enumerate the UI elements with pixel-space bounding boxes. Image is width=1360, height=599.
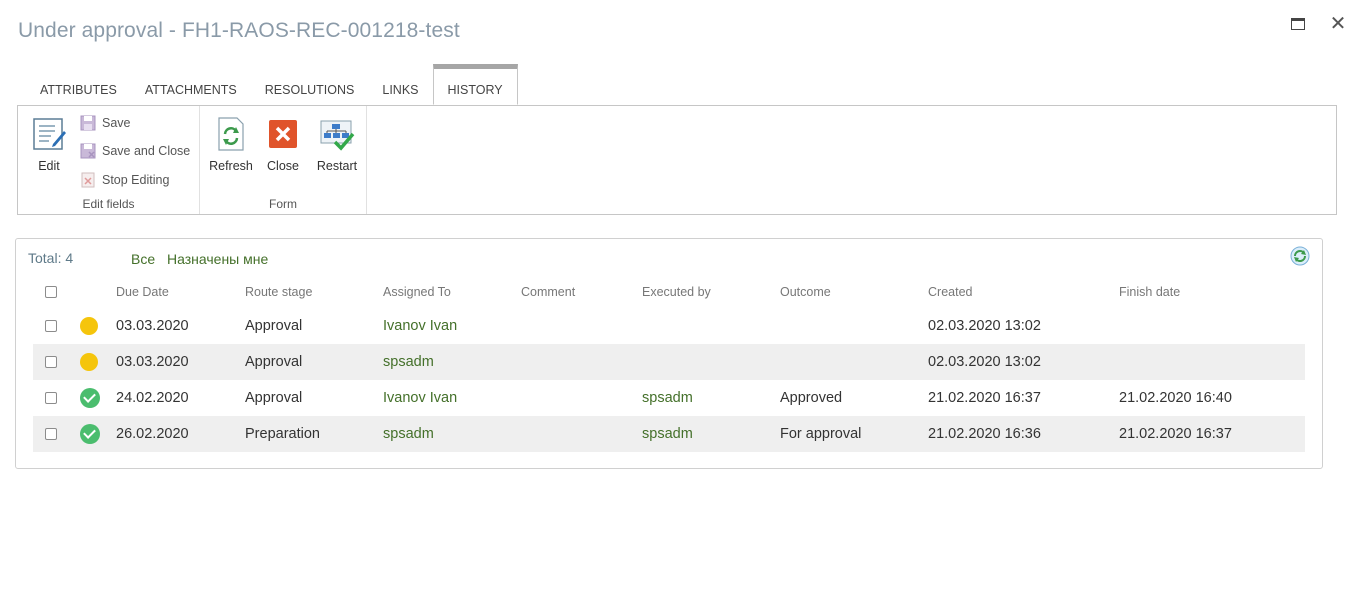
form-group-label: Form <box>269 197 297 211</box>
finish-date-cell: 21.02.2020 16:40 <box>1119 390 1232 406</box>
created-cell: 02.03.2020 13:02 <box>928 318 1041 334</box>
close-x-icon <box>269 120 297 148</box>
executed-by-link[interactable] <box>642 308 780 344</box>
assigned-to-link[interactable]: Ivanov Ivan <box>383 380 521 416</box>
created-cell: 21.02.2020 16:36 <box>928 416 1119 452</box>
edit-fields-group-label: Edit fields <box>82 197 135 211</box>
due-date-cell: 03.03.2020 <box>116 344 245 380</box>
save-close-icon <box>80 143 96 159</box>
filter-all[interactable]: Все <box>131 251 155 267</box>
outcome-header[interactable]: Outcome <box>780 275 928 308</box>
created-header[interactable]: Created <box>928 275 1119 308</box>
close-label: Close <box>267 159 299 173</box>
outcome-cell: Approved <box>780 390 843 406</box>
assigned-to-link[interactable]: spsadm <box>383 344 521 380</box>
restart-icon <box>320 120 355 151</box>
finish-date-cell <box>1119 344 1305 380</box>
finish-date-header[interactable]: Finish date <box>1119 275 1305 308</box>
restart-button[interactable]: Restart <box>312 116 362 173</box>
finish-date-cell: 21.02.2020 16:37 <box>1119 416 1305 452</box>
maximize-icon[interactable] <box>1288 14 1308 34</box>
refresh-list-icon[interactable] <box>1290 246 1310 266</box>
tab-attachments[interactable]: ATTACHMENTS <box>131 64 251 105</box>
comment-header[interactable]: Comment <box>521 275 642 308</box>
due-date-cell: 26.02.2020 <box>116 416 245 452</box>
total-count: Total: 4 <box>28 250 74 266</box>
ribbon-toolbar: Edit Save Save and Close Stop Editing Ed… <box>17 105 1337 215</box>
tab-links[interactable]: LINKS <box>368 64 432 105</box>
due-date-header[interactable]: Due Date <box>116 275 245 308</box>
refresh-button[interactable]: Refresh <box>206 116 256 173</box>
table-row[interactable]: 03.03.2020 Approval spsadm 02.03.2020 13… <box>33 344 1305 380</box>
edit-button[interactable]: Edit <box>24 116 74 173</box>
tab-attributes[interactable]: ATTRIBUTES <box>26 64 131 105</box>
tab-resolutions[interactable]: RESOLUTIONS <box>251 64 369 105</box>
executed-by-link[interactable]: spsadm <box>642 380 780 416</box>
outcome-cell <box>780 308 928 344</box>
executed-by-link[interactable]: spsadm <box>642 416 780 452</box>
form-group: Refresh Close Restart Form <box>200 106 367 214</box>
pending-status-icon <box>80 353 98 371</box>
comment-cell <box>521 308 642 344</box>
executed-by-link[interactable] <box>642 344 780 380</box>
comment-cell <box>521 344 642 380</box>
row-checkbox[interactable] <box>45 428 57 441</box>
table-header-row: Due Date Route stage Assigned To Comment… <box>33 275 1305 308</box>
stop-editing-button[interactable]: Stop Editing <box>80 170 169 190</box>
stop-editing-label: Stop Editing <box>102 173 170 187</box>
assigned-to-header[interactable]: Assigned To <box>383 275 521 308</box>
history-panel: Total: 4 Все Назначены мне Due Date Rout… <box>15 238 1323 469</box>
outcome-cell: For approval <box>780 416 928 452</box>
finish-date-cell <box>1119 308 1305 344</box>
refresh-icon <box>218 117 244 151</box>
route-stage-cell: Approval <box>245 390 303 406</box>
outcome-cell <box>780 344 928 380</box>
page-title: Under approval - FH1-RAOS-REC-001218-tes… <box>18 19 460 42</box>
completed-check-icon <box>80 424 100 444</box>
save-button[interactable]: Save <box>80 113 131 133</box>
edit-fields-group: Edit Save Save and Close Stop Editing Ed… <box>18 106 200 214</box>
table-row[interactable]: 26.02.2020 Preparation spsadm spsadm For… <box>33 416 1305 452</box>
edit-label: Edit <box>38 159 60 173</box>
select-all-checkbox[interactable] <box>45 286 57 299</box>
created-cell: 21.02.2020 16:37 <box>928 390 1041 406</box>
edit-icon <box>33 118 66 150</box>
table-row[interactable]: 24.02.2020 Approval Ivanov Ivan spsadm A… <box>33 380 1305 416</box>
created-cell: 02.03.2020 13:02 <box>928 344 1119 380</box>
close-button[interactable]: Close <box>258 116 308 173</box>
executed-by-header[interactable]: Executed by <box>642 275 780 308</box>
due-date-cell: 24.02.2020 <box>116 390 189 406</box>
row-checkbox[interactable] <box>45 392 57 405</box>
restart-label: Restart <box>316 159 358 173</box>
filter-assigned-to-me[interactable]: Назначены мне <box>167 251 268 267</box>
save-and-close-label: Save and Close <box>102 144 191 158</box>
due-date-cell: 03.03.2020 <box>116 318 189 334</box>
table-row[interactable]: 03.03.2020 Approval Ivanov Ivan 02.03.20… <box>33 308 1305 344</box>
close-icon[interactable]: ✕ <box>1328 14 1348 34</box>
assigned-to-link[interactable]: spsadm <box>383 416 521 452</box>
status-column-header <box>80 275 116 308</box>
history-table: Due Date Route stage Assigned To Comment… <box>33 275 1305 452</box>
row-checkbox[interactable] <box>45 356 57 369</box>
comment-cell <box>521 416 642 452</box>
pending-status-icon <box>80 317 98 335</box>
route-stage-cell: Approval <box>245 344 383 380</box>
stop-editing-icon <box>81 172 95 188</box>
route-stage-cell: Approval <box>245 318 303 334</box>
completed-check-icon <box>80 388 100 408</box>
tab-history[interactable]: HISTORY <box>432 64 518 105</box>
save-label: Save <box>102 116 131 130</box>
assigned-to-link[interactable]: Ivanov Ivan <box>383 308 521 344</box>
route-stage-header[interactable]: Route stage <box>245 275 383 308</box>
row-checkbox[interactable] <box>45 320 57 333</box>
save-icon <box>80 115 96 131</box>
save-and-close-button[interactable]: Save and Close <box>80 141 190 161</box>
refresh-label: Refresh <box>209 159 253 173</box>
route-stage-cell: Preparation <box>245 416 383 452</box>
tab-bar: ATTRIBUTES ATTACHMENTS RESOLUTIONS LINKS… <box>26 64 518 105</box>
comment-cell <box>521 380 642 416</box>
